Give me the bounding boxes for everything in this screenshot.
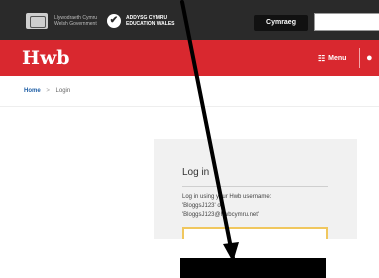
menu-button[interactable]: ☷ Menu: [318, 54, 346, 64]
search-input[interactable]: [314, 13, 379, 31]
gov-logo-text: Llywodraeth Cymru Welsh Government: [54, 15, 98, 27]
menu-label: Menu: [328, 55, 347, 62]
welsh-government-logo[interactable]: Llywodraeth Cymru Welsh Government: [26, 12, 102, 30]
crest-icon: [26, 13, 48, 29]
breadcrumb: Home > Login: [24, 87, 70, 95]
login-title-rule: [182, 186, 328, 187]
breadcrumb-home-link[interactable]: Home: [24, 88, 41, 94]
language-toggle-button[interactable]: Cymraeg: [254, 15, 308, 31]
grid-icon: ☷: [318, 54, 326, 63]
edu-logo-text: ADDYSG CYMRU EDUCATION WALES: [126, 15, 175, 27]
login-title: Log in: [182, 167, 210, 178]
page-divider: [0, 106, 379, 107]
header-divider: [359, 48, 360, 68]
breadcrumb-current: Login: [55, 88, 71, 94]
login-panel: Log in Log in using your Hwb username: '…: [154, 139, 357, 239]
login-help-text: Log in using your Hwb username: 'BloggsJ…: [182, 194, 272, 218]
breadcrumb-separator: >: [46, 88, 50, 94]
hwb-logo[interactable]: Hwb: [22, 44, 70, 72]
username-input[interactable]: [182, 227, 328, 239]
user-icon[interactable]: ●: [366, 52, 373, 64]
checkmark-icon: ✔: [107, 14, 121, 28]
redaction-block: [180, 258, 326, 278]
education-wales-logo[interactable]: ✔ ADDYSG CYMRU EDUCATION WALES: [107, 12, 186, 30]
